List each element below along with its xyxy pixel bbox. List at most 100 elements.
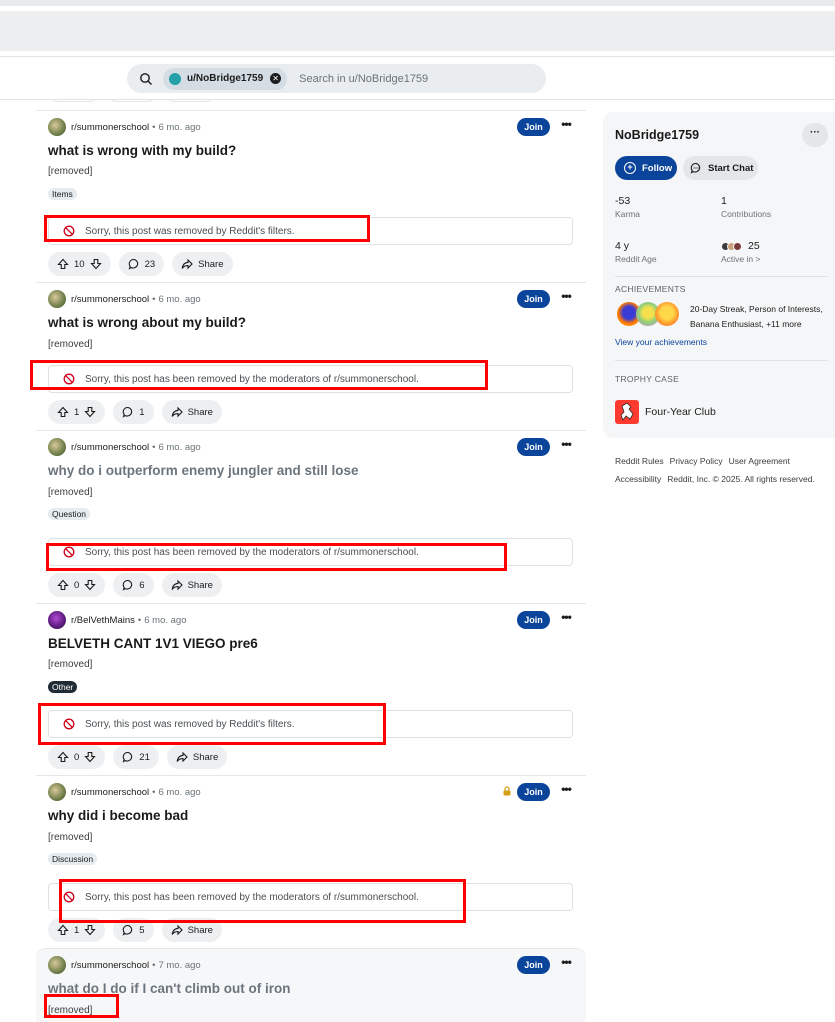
post-title[interactable]: what do I do if I can't climb out of iro…: [48, 981, 290, 996]
footer-link-privacy[interactable]: Privacy Policy: [670, 456, 723, 466]
comment-icon: [122, 579, 133, 591]
comments-button[interactable]: 5: [113, 918, 154, 942]
post-meta: r/summonerschool • 7 mo. ago: [48, 956, 201, 974]
post-title[interactable]: why did i become bad: [48, 808, 188, 823]
subreddit-avatar[interactable]: [48, 783, 66, 801]
post-flair[interactable]: Items: [48, 188, 77, 200]
post-title[interactable]: BELVETH CANT 1V1 VIEGO pre6: [48, 636, 258, 651]
ban-icon: [63, 373, 75, 385]
more-options-icon[interactable]: •••: [558, 782, 574, 800]
post-age: 6 mo. ago: [158, 786, 201, 798]
share-button[interactable]: Share: [161, 573, 222, 597]
subreddit-link[interactable]: r/summonerschool: [71, 787, 149, 798]
join-button[interactable]: Join: [517, 118, 550, 136]
downvote-icon[interactable]: [89, 258, 102, 270]
share-button[interactable]: Share: [172, 252, 233, 276]
subreddit-link[interactable]: r/summonerschool: [71, 960, 149, 971]
post-meta: r/summonerschool • 6 mo. ago: [48, 438, 201, 456]
search-input[interactable]: Search in u/NoBridge1759: [299, 73, 428, 85]
more-options-icon[interactable]: •••: [558, 437, 574, 455]
trophy-name: Four-Year Club: [645, 406, 716, 418]
comments-button[interactable]: 21: [113, 745, 159, 769]
comments-button[interactable]: 1: [113, 400, 154, 424]
post-meta: r/summonerschool • 6 mo. ago: [48, 118, 201, 136]
subreddit-link[interactable]: r/summonerschool: [71, 294, 149, 305]
removed-notice: Sorry, this post has been removed by the…: [48, 365, 573, 393]
share-label: Share: [187, 579, 213, 591]
active-in-link[interactable]: Active in >: [721, 254, 760, 264]
profile-sidebar: NoBridge1759 ··· + Follow Start Chat -53…: [603, 112, 835, 438]
post-title[interactable]: why do i outperform enemy jungler and st…: [48, 463, 359, 478]
downvote-icon[interactable]: [84, 924, 97, 936]
more-options-icon[interactable]: •••: [558, 955, 574, 973]
vote-score: 0: [74, 751, 80, 763]
post-age: 6 mo. ago: [158, 121, 201, 133]
join-button[interactable]: Join: [517, 956, 550, 974]
more-options-icon[interactable]: •••: [558, 289, 574, 307]
share-button[interactable]: Share: [161, 918, 222, 942]
join-button[interactable]: Join: [517, 611, 550, 629]
search-bar[interactable]: u/NoBridge1759 ✕ Search in u/NoBridge175…: [127, 64, 546, 93]
clear-scope-icon[interactable]: ✕: [270, 73, 282, 84]
downvote-icon[interactable]: [84, 579, 97, 591]
upvote-icon[interactable]: [57, 406, 69, 418]
start-chat-label: Start Chat: [708, 162, 754, 174]
vote-control: 0: [48, 573, 106, 597]
post-card[interactable]: r/summonerschool • 6 mo. ago Join ••• wh…: [36, 110, 586, 281]
reddit-age-value: 4 y: [615, 240, 630, 252]
share-button[interactable]: Share: [161, 400, 222, 424]
post-actions: 1 5 Share: [48, 918, 222, 942]
community-avatar: [733, 241, 742, 251]
banana-enthusiast-badge-icon: [655, 302, 679, 326]
post-age: 6 mo. ago: [158, 441, 201, 453]
upvote-icon[interactable]: [57, 258, 69, 270]
share-button[interactable]: Share: [166, 745, 228, 769]
search-scope-chip[interactable]: u/NoBridge1759 ✕: [163, 67, 288, 90]
post-card[interactable]: r/BelVethMains • 6 mo. ago Join ••• BELV…: [36, 603, 586, 774]
profile-more-icon[interactable]: ···: [802, 123, 828, 147]
post-actions: 10 23 Share: [48, 252, 233, 276]
comment-count: 23: [144, 258, 156, 270]
post-title[interactable]: what is wrong with my build?: [48, 143, 236, 158]
vote-control: 0: [48, 745, 106, 769]
more-options-icon[interactable]: •••: [558, 610, 574, 628]
comments-button[interactable]: 23: [118, 252, 165, 276]
footer-link-accessibility[interactable]: Accessibility: [615, 474, 661, 484]
upvote-icon[interactable]: [57, 751, 69, 763]
more-options-icon[interactable]: •••: [558, 117, 574, 135]
removed-notice: Sorry, this post was removed by Reddit's…: [48, 217, 573, 245]
join-button[interactable]: Join: [517, 438, 550, 456]
subreddit-avatar[interactable]: [48, 438, 66, 456]
post-flair[interactable]: Other: [48, 681, 78, 693]
post-card[interactable]: r/summonerschool • 6 mo. ago Join ••• wh…: [36, 775, 586, 947]
subreddit-avatar[interactable]: [48, 118, 66, 136]
post-card[interactable]: r/summonerschool • 7 mo. ago Join ••• wh…: [36, 948, 586, 1022]
post-title[interactable]: what is wrong about my build?: [48, 315, 246, 330]
subreddit-link[interactable]: r/BelVethMains: [71, 615, 135, 626]
downvote-icon[interactable]: [84, 406, 97, 418]
post-flair[interactable]: Question: [48, 508, 91, 520]
subreddit-avatar[interactable]: [48, 611, 66, 629]
join-button[interactable]: Join: [517, 290, 550, 308]
post-card[interactable]: r/summonerschool • 6 mo. ago Join ••• wh…: [36, 430, 586, 602]
downvote-icon[interactable]: [84, 751, 97, 763]
footer-link-user-agreement[interactable]: User Agreement: [729, 456, 790, 466]
post-body: [removed]: [48, 832, 93, 843]
contributions-label: Contributions: [721, 209, 772, 219]
footer-link-rules[interactable]: Reddit Rules: [615, 456, 664, 466]
start-chat-button[interactable]: Start Chat: [683, 156, 758, 180]
post-card[interactable]: r/summonerschool • 6 mo. ago Join ••• wh…: [36, 282, 586, 429]
subreddit-avatar[interactable]: [48, 956, 66, 974]
view-achievements-link[interactable]: View your achievements: [615, 337, 707, 347]
upvote-icon[interactable]: [57, 924, 69, 936]
follow-button[interactable]: + Follow: [615, 156, 677, 180]
karma-label: Karma: [615, 209, 641, 219]
subreddit-link[interactable]: r/summonerschool: [71, 442, 149, 453]
subreddit-avatar[interactable]: [48, 290, 66, 308]
comments-button[interactable]: 6: [113, 573, 154, 597]
upvote-icon[interactable]: [57, 579, 69, 591]
browser-top-strip: [0, 0, 835, 6]
subreddit-link[interactable]: r/summonerschool: [71, 122, 149, 133]
post-flair[interactable]: Discussion: [48, 853, 98, 865]
join-button[interactable]: Join: [517, 783, 550, 801]
